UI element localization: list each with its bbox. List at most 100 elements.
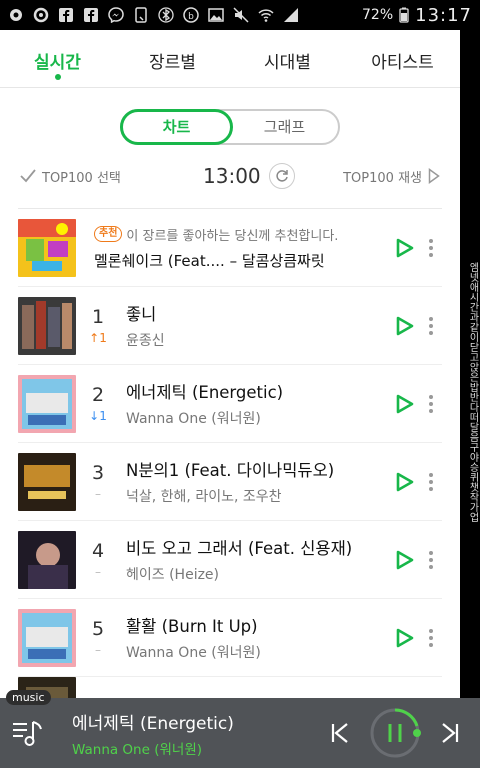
- refresh-button[interactable]: [268, 163, 295, 189]
- more-icon: [429, 394, 433, 399]
- rank-change: –: [95, 487, 101, 501]
- mini-player[interactable]: music 에너제틱 (Energetic) Wanna One (워너원): [0, 690, 480, 768]
- more-options-button[interactable]: [420, 316, 442, 335]
- tab-genre[interactable]: 장르별: [115, 30, 230, 87]
- rank-number: 3: [91, 462, 105, 484]
- more-icon: [429, 330, 433, 335]
- song-row-3[interactable]: 3 – N분의1 (Feat. 다이나믹듀오) 넉살, 한해, 라이노, 조우찬: [18, 443, 442, 521]
- song-row-partial[interactable]: [18, 677, 442, 698]
- song-artist: 넉살, 한해, 라이노, 조우찬: [126, 489, 282, 505]
- album-art: [18, 452, 76, 511]
- more-icon: [429, 323, 433, 328]
- previous-icon: [331, 723, 348, 743]
- side-panel-text: 엠넷애시간과같이닫고앉은밥반다떠달음구야승퀴챗작가업: [467, 262, 478, 522]
- song-row-5[interactable]: 5 – 활활 (Burn It Up) Wanna One (워너원): [18, 599, 442, 677]
- rank: 1 ↑1: [76, 306, 120, 345]
- more-icon: [429, 245, 433, 250]
- play-icon: [396, 550, 414, 569]
- now-playing-artist: Wanna One (워너원): [72, 741, 203, 758]
- now-playing-info[interactable]: 에너제틱 (Energetic) Wanna One (워너원): [56, 709, 320, 758]
- album-art-image: [18, 608, 76, 667]
- play-button[interactable]: [390, 472, 420, 492]
- rank-change: –: [95, 565, 101, 579]
- more-options-button[interactable]: [420, 472, 442, 491]
- more-icon: [429, 408, 433, 413]
- settings-icon: [33, 7, 49, 23]
- more-icon: [429, 252, 433, 257]
- play-icon: [396, 472, 414, 491]
- play-outline-icon: [428, 168, 440, 184]
- more-icon: [429, 238, 433, 243]
- battery-percent: 72%: [362, 7, 394, 23]
- status-right: 72% 13:17: [362, 5, 472, 26]
- more-options-button[interactable]: [420, 628, 442, 647]
- chart-list: 추천 이 장르를 좋아하는 당신께 추천합니다. 멜론쉐이크 (Feat....…: [18, 208, 442, 698]
- play-icon: [396, 394, 414, 413]
- play-button[interactable]: [390, 394, 420, 414]
- more-icon: [429, 642, 433, 647]
- more-options-button[interactable]: [420, 238, 442, 257]
- top100-select-label: TOP100 선택: [42, 170, 121, 186]
- music-tag: music: [6, 690, 51, 705]
- playlist-icon: [13, 721, 42, 746]
- rank-change: ↓1: [89, 409, 107, 423]
- graph-view-button[interactable]: 그래프: [231, 111, 338, 143]
- top100-select-button[interactable]: TOP100 선택: [20, 167, 121, 186]
- song-row-4[interactable]: 4 – 비도 오고 그래서 (Feat. 신용재) 헤이즈 (Heize): [18, 521, 442, 599]
- song-row-2[interactable]: 2 ↓1 에너제틱 (Energetic) Wanna One (워너원): [18, 365, 442, 443]
- more-icon: [429, 479, 433, 484]
- album-art-image: [18, 374, 76, 433]
- play-button[interactable]: [390, 628, 420, 648]
- check-icon: [20, 169, 36, 183]
- top100-play-button[interactable]: TOP100 재생: [343, 167, 440, 186]
- next-button[interactable]: [430, 708, 470, 758]
- recommendation-message-line: 추천 이 장르를 좋아하는 당신께 추천합니다.: [94, 225, 390, 244]
- playlist-button[interactable]: [0, 698, 56, 768]
- more-icon: [429, 550, 433, 555]
- rank-number: 4: [91, 540, 105, 562]
- gallery-icon: [208, 8, 224, 22]
- more-icon: [429, 316, 433, 321]
- pause-button[interactable]: [368, 708, 422, 758]
- rank: 2 ↓1: [76, 384, 120, 423]
- more-icon: [429, 472, 433, 477]
- play-button[interactable]: [390, 238, 420, 258]
- recommendation-row[interactable]: 추천 이 장르를 좋아하는 당신께 추천합니다. 멜론쉐이크 (Feat....…: [18, 209, 442, 287]
- more-options-button[interactable]: [420, 550, 442, 569]
- notification-icon: [10, 9, 22, 21]
- battery-icon: [399, 7, 409, 23]
- rank-change: ↑1: [89, 331, 107, 345]
- song-title: 좋니: [126, 305, 157, 324]
- previous-button[interactable]: [320, 708, 360, 758]
- top100-play-label: TOP100 재생: [343, 170, 422, 186]
- rank: 4 –: [76, 540, 120, 579]
- pause-icon: [370, 708, 421, 758]
- bixby-icon: b: [183, 7, 199, 23]
- tab-artist[interactable]: 아티스트: [345, 30, 460, 87]
- more-options-button[interactable]: [420, 394, 442, 413]
- album-art: [18, 530, 76, 589]
- song-row-1[interactable]: 1 ↑1 좋니 윤종신: [18, 287, 442, 365]
- tab-realtime[interactable]: 실시간: [0, 30, 115, 87]
- song-info: 비도 오고 그래서 (Feat. 신용재) 헤이즈 (Heize): [120, 535, 390, 584]
- refresh-icon: [276, 170, 288, 182]
- chart-view-button[interactable]: 차트: [120, 109, 233, 145]
- chart-time-value: 13:00: [203, 164, 261, 188]
- player-controls: [320, 708, 480, 758]
- rank-number: 5: [91, 618, 105, 640]
- song-title: 에너제틱 (Energetic): [126, 383, 284, 402]
- status-bar: b 72% 13:17: [0, 0, 480, 30]
- recommendation-info: 추천 이 장르를 좋아하는 당신께 추천합니다. 멜론쉐이크 (Feat....…: [76, 225, 390, 271]
- song-info: N분의1 (Feat. 다이나믹듀오) 넉살, 한해, 라이노, 조우찬: [120, 457, 390, 506]
- tab-era[interactable]: 시대별: [230, 30, 345, 87]
- play-button[interactable]: [390, 316, 420, 336]
- more-icon: [429, 486, 433, 491]
- play-button[interactable]: [390, 550, 420, 570]
- more-icon: [429, 564, 433, 569]
- more-icon: [429, 628, 433, 633]
- mute-icon: [233, 7, 249, 23]
- view-toggle: 차트 그래프: [120, 109, 340, 145]
- bluetooth-icon: [158, 7, 174, 23]
- rank-number: 2: [91, 384, 105, 406]
- tab-label: 아티스트: [371, 53, 434, 73]
